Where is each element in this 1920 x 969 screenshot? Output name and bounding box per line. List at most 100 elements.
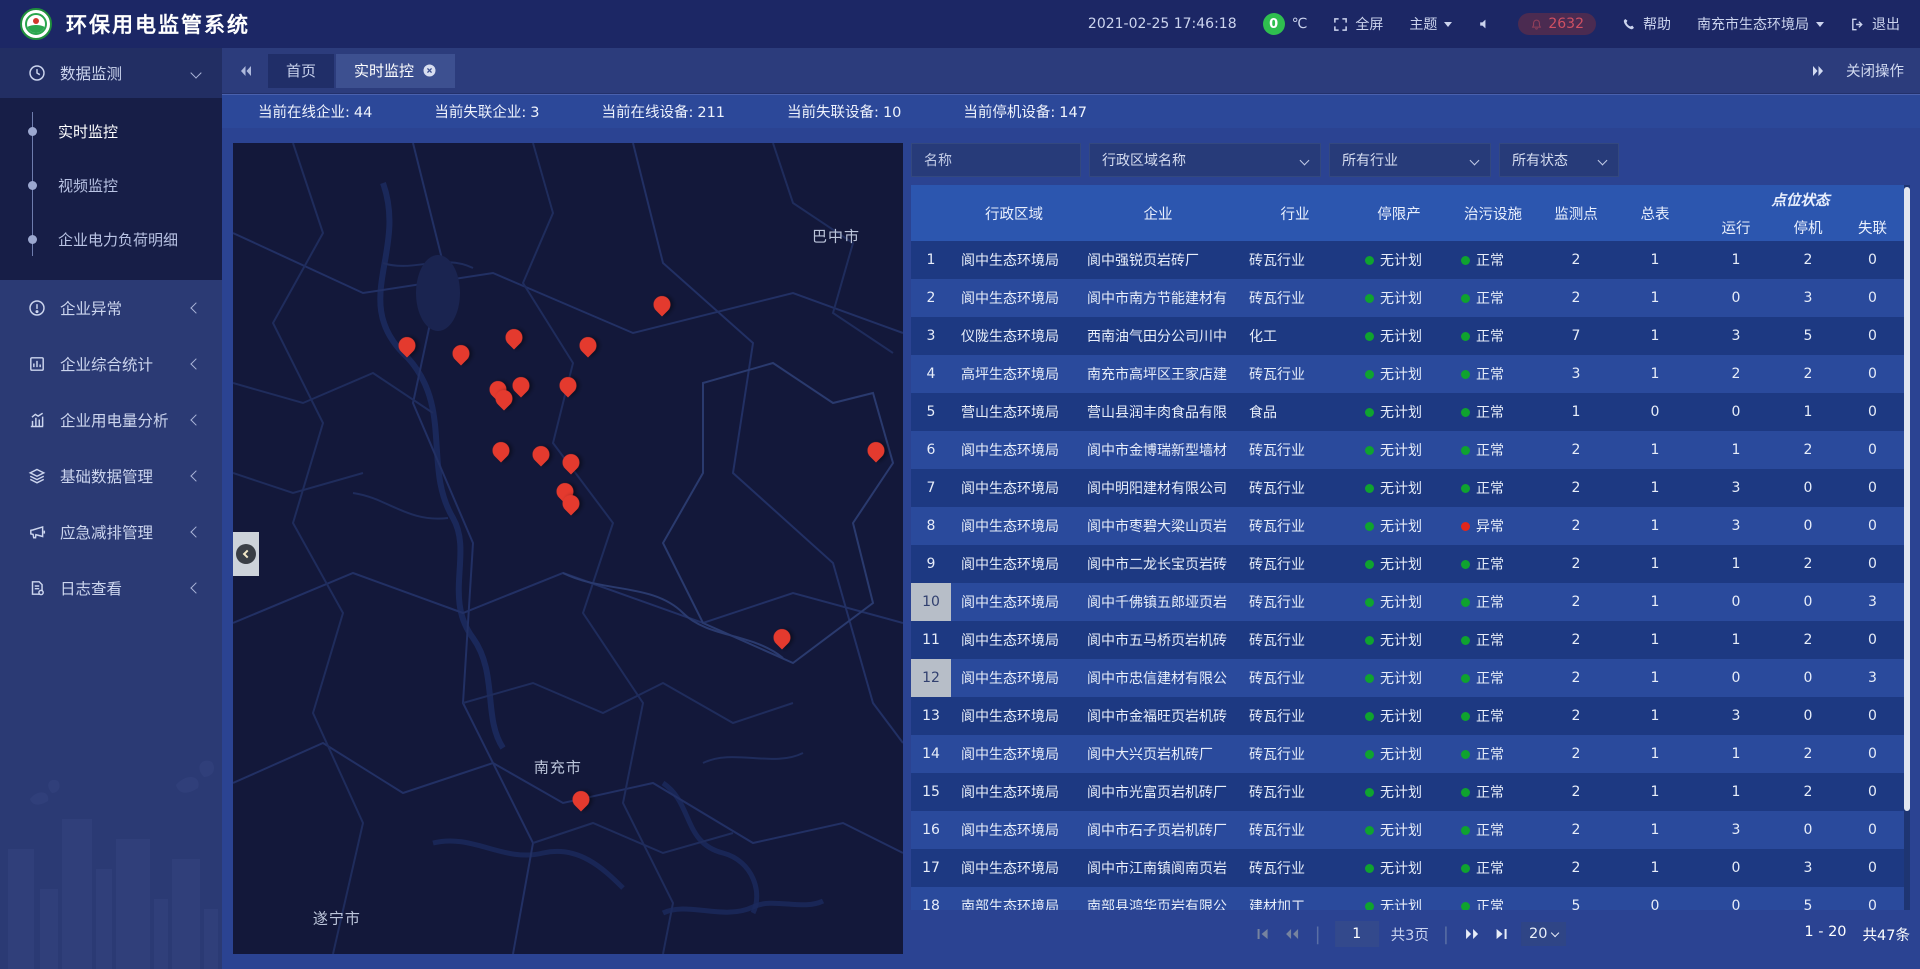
table-row[interactable]: 15阆中生态环境局阆中市光富页岩机砖厂砖瓦行业无计划正常21120: [911, 773, 1904, 811]
cell-stop-status: 无计划: [1351, 735, 1447, 773]
column-header[interactable]: 停机: [1775, 213, 1841, 241]
column-header[interactable]: 企业: [1077, 185, 1239, 241]
sidebar-item-基础数据管理[interactable]: 基础数据管理: [0, 448, 222, 504]
cell-running: 1: [1697, 773, 1775, 811]
column-header[interactable]: 治污设施: [1447, 185, 1539, 241]
cell-lost: 0: [1841, 279, 1904, 317]
cell-region: 阆中生态环境局: [951, 849, 1077, 887]
industry-select[interactable]: 所有行业: [1329, 143, 1491, 177]
sidebar-item-企业用电量分析[interactable]: 企业用电量分析: [0, 392, 222, 448]
stat-item: 当前在线设备:211: [601, 101, 725, 122]
sidebar-item-企业异常[interactable]: 企业异常: [0, 280, 222, 336]
sidebar-item-应急减排管理[interactable]: 应急减排管理: [0, 504, 222, 560]
column-header[interactable]: 监测点: [1539, 185, 1613, 241]
organization-dropdown[interactable]: 南充市生态环境局: [1697, 14, 1824, 34]
table-row[interactable]: 18南部生态环境局南部县鸿华页岩有限公建材加工无计划正常50050: [911, 887, 1904, 910]
row-number: 3: [911, 317, 951, 355]
cell-stopped: 3: [1775, 849, 1841, 887]
fullscreen-button[interactable]: 全屏: [1333, 14, 1383, 34]
table-row[interactable]: 7阆中生态环境局阆中明阳建材有限公司砖瓦行业无计划正常21300: [911, 469, 1904, 507]
status-dot-green: [1461, 750, 1470, 759]
column-header[interactable]: 行业: [1239, 185, 1351, 241]
logout-button[interactable]: 退出: [1850, 14, 1900, 34]
column-header[interactable]: 行政区域: [951, 185, 1077, 241]
last-page-button[interactable]: [1493, 926, 1509, 942]
prev-page-button[interactable]: [1283, 926, 1301, 942]
column-header[interactable]: 失联: [1841, 213, 1904, 241]
table-scrollbar[interactable]: [1904, 185, 1910, 910]
tabs-scroll-right-button[interactable]: [1810, 63, 1826, 79]
cell-points: 2: [1539, 811, 1613, 849]
sidebar-item-实时监控[interactable]: 实时监控: [0, 104, 222, 158]
column-header[interactable]: 停限产: [1351, 185, 1447, 241]
cell-industry: 砖瓦行业: [1239, 583, 1351, 621]
close-tab-icon[interactable]: [422, 63, 437, 78]
table-row[interactable]: 14阆中生态环境局阆中大兴页岩机砖厂砖瓦行业无计划正常21120: [911, 735, 1904, 773]
cell-region: 阆中生态环境局: [951, 431, 1077, 469]
table-row[interactable]: 12阆中生态环境局阆中市忠信建材有限公砖瓦行业无计划正常21003: [911, 659, 1904, 697]
table-row[interactable]: 2阆中生态环境局阆中市南方节能建材有砖瓦行业无计划正常21030: [911, 279, 1904, 317]
page-number-input[interactable]: 1: [1335, 921, 1379, 947]
chevron-left-icon: [190, 582, 201, 593]
table-row[interactable]: 4高坪生态环境局南充市高坪区王家店建砖瓦行业无计划正常31220: [911, 355, 1904, 393]
panel-collapse-button[interactable]: [233, 532, 259, 576]
table-row[interactable]: 11阆中生态环境局阆中市五马桥页岩机砖砖瓦行业无计划正常21120: [911, 621, 1904, 659]
row-number: 15: [911, 773, 951, 811]
table-row[interactable]: 13阆中生态环境局阆中市金福旺页岩机砖砖瓦行业无计划正常21300: [911, 697, 1904, 735]
map-panel[interactable]: 巴中市南充市遂宁市: [233, 143, 903, 954]
log-icon: [28, 579, 46, 597]
page-size-select[interactable]: 20: [1521, 922, 1566, 946]
cell-stopped: 2: [1775, 545, 1841, 583]
cell-stop-status: 无计划: [1351, 355, 1447, 393]
cell-lost: 0: [1841, 811, 1904, 849]
sound-button[interactable]: [1478, 17, 1492, 31]
sidebar-item-企业电力负荷明细[interactable]: 企业电力负荷明细: [0, 212, 222, 266]
table-row[interactable]: 9阆中生态环境局阆中市二龙长宝页岩砖砖瓦行业无计划正常21120: [911, 545, 1904, 583]
status-select[interactable]: 所有状态: [1499, 143, 1619, 177]
table-row[interactable]: 10阆中生态环境局阆中千佛镇五郎垭页岩砖瓦行业无计划正常21003: [911, 583, 1904, 621]
cell-lost: 0: [1841, 355, 1904, 393]
table-row[interactable]: 8阆中生态环境局阆中市枣碧大梁山页岩砖瓦行业无计划异常21300: [911, 507, 1904, 545]
first-page-button[interactable]: [1255, 926, 1271, 942]
tab-首页[interactable]: 首页: [268, 54, 334, 88]
table-row[interactable]: 17阆中生态环境局阆中市江南镇阆南页岩砖瓦行业无计划正常21030: [911, 849, 1904, 887]
column-header[interactable]: 总表: [1613, 185, 1697, 241]
theme-dropdown[interactable]: 主题: [1409, 14, 1452, 34]
cell-company: 南部县鸿华页岩有限公: [1077, 887, 1239, 910]
chevron-down-icon: [1444, 22, 1452, 27]
cell-company: 阆中市二龙长宝页岩砖: [1077, 545, 1239, 583]
next-page-button[interactable]: [1463, 926, 1481, 942]
sidebar-item-视频监控[interactable]: 视频监控: [0, 158, 222, 212]
sidebar-item-企业综合统计[interactable]: 企业综合统计: [0, 336, 222, 392]
status-dot-red: [1461, 522, 1470, 531]
table-row[interactable]: 6阆中生态环境局阆中市金博瑞新型墙材砖瓦行业无计划正常21120: [911, 431, 1904, 469]
name-search-input[interactable]: [911, 143, 1081, 177]
cell-region: 仪陇生态环境局: [951, 317, 1077, 355]
cell-company: 南充市高坪区王家店建: [1077, 355, 1239, 393]
cell-points: 2: [1539, 659, 1613, 697]
scrollbar-thumb[interactable]: [1904, 187, 1910, 811]
tab-实时监控[interactable]: 实时监控: [336, 54, 455, 88]
status-dot-green: [1365, 332, 1374, 341]
cell-industry: 砖瓦行业: [1239, 355, 1351, 393]
cell-stop-status: 无计划: [1351, 697, 1447, 735]
cell-running: 1: [1697, 545, 1775, 583]
cell-lost: 0: [1841, 393, 1904, 431]
region-select[interactable]: 行政区域名称: [1089, 143, 1321, 177]
sidebar-item-日志查看[interactable]: 日志查看: [0, 560, 222, 616]
close-operations-button[interactable]: 关闭操作: [1846, 60, 1904, 81]
sidebar-item-数据监测[interactable]: 数据监测: [0, 48, 222, 98]
column-header[interactable]: 运行: [1697, 213, 1775, 241]
table-row[interactable]: 16阆中生态环境局阆中市石子页岩机砖厂砖瓦行业无计划正常21300: [911, 811, 1904, 849]
cell-facility-status: 正常: [1447, 279, 1539, 317]
tabs-scroll-left-button[interactable]: [238, 63, 254, 79]
table-row[interactable]: 3仪陇生态环境局西南油气田分公司川中化工无计划正常71350: [911, 317, 1904, 355]
status-dot-green: [1461, 446, 1470, 455]
row-number: 1: [911, 241, 951, 279]
notification-badge[interactable]: 2632: [1518, 13, 1596, 35]
status-dot-green: [1461, 408, 1470, 417]
help-button[interactable]: 帮助: [1622, 14, 1671, 34]
cell-running: 0: [1697, 393, 1775, 431]
table-row[interactable]: 5营山生态环境局营山县润丰肉食品有限食品无计划正常10010: [911, 393, 1904, 431]
table-row[interactable]: 1阆中生态环境局阆中强锐页岩砖厂砖瓦行业无计划正常21120: [911, 241, 1904, 279]
